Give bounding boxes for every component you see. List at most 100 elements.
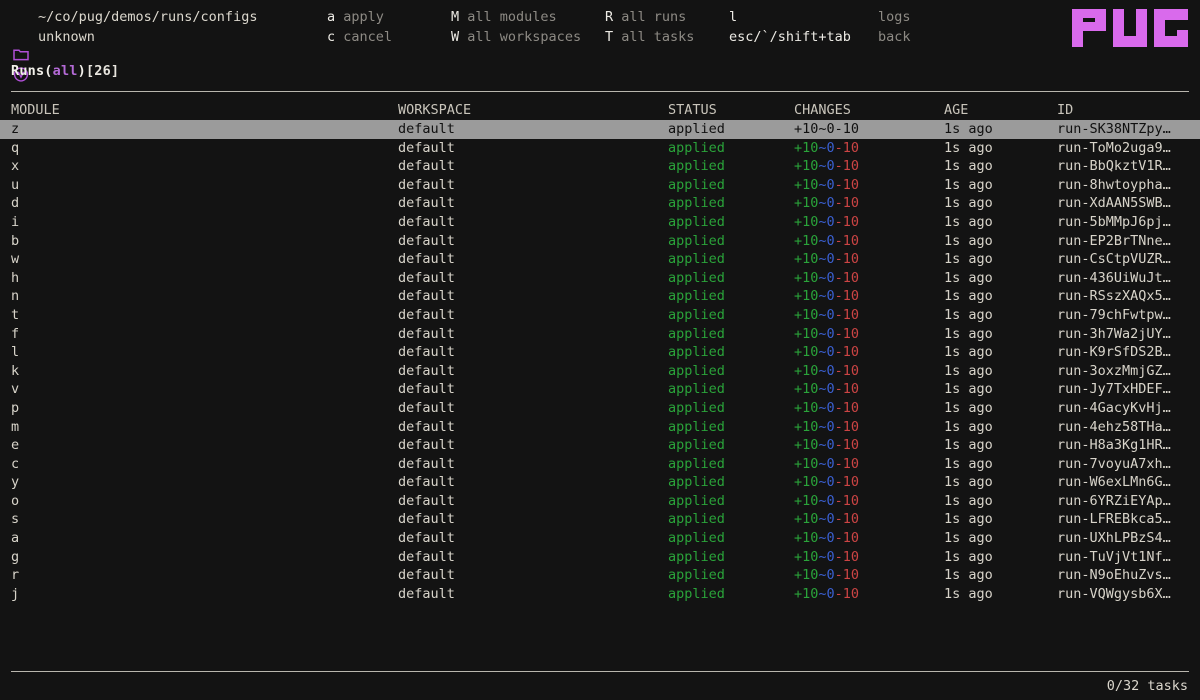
table-row[interactable]: q default applied +10~0-10 1s ago run-ToMo2ug…	[0, 139, 1200, 158]
cell-changes: +10~0-10	[794, 306, 859, 325]
cell-id: run-W6exLMn6G…	[1057, 474, 1171, 491]
cell-age: 1s ago	[944, 139, 993, 156]
keybinding-apply[interactable]: a apply	[327, 8, 384, 27]
changes-destroyed: -10	[834, 437, 860, 454]
cell-workspace: default	[398, 399, 455, 416]
table-row[interactable]: g default applied +10~0-10 1s ago run-TuVjVt1…	[0, 548, 1200, 567]
cell-module: y	[11, 474, 20, 491]
changes-destroyed: -10	[834, 585, 860, 602]
changes-changed: ~0	[818, 251, 835, 268]
table-row[interactable]: s default applied +10~0-10 1s ago run-LFREBkc…	[0, 510, 1200, 529]
table-row[interactable]: y default applied +10~0-10 1s ago run-W6exLMn…	[0, 473, 1200, 492]
changes-changed: ~0	[818, 213, 835, 230]
cell-module: h	[11, 269, 20, 286]
table-row[interactable]: v default applied +10~0-10 1s ago run-Jy7TxHD…	[0, 380, 1200, 399]
keybinding-all-tasks[interactable]: T all tasks	[605, 28, 694, 47]
table-row[interactable]: r default applied +10~0-10 1s ago run-N9oEhuZ…	[0, 566, 1200, 585]
table-row[interactable]: m default applied +10~0-10 1s ago run-4ehz58T…	[0, 418, 1200, 437]
changes-changed: ~0	[818, 288, 835, 305]
changes-changed: ~0	[818, 344, 835, 361]
changes-destroyed: -10	[834, 176, 860, 193]
cell-status: applied	[668, 288, 725, 305]
keybinding-back-key[interactable]: esc/`/shift+tab	[729, 28, 851, 47]
cell-changes: +10~0-10	[794, 380, 859, 399]
changes-added: +10	[794, 306, 819, 323]
table-row[interactable]: c default applied +10~0-10 1s ago run-7voyuA7…	[0, 455, 1200, 474]
cell-status: applied	[668, 306, 725, 323]
column-header-status[interactable]: STATUS	[668, 101, 717, 120]
column-header-age[interactable]: AGE	[944, 101, 968, 120]
cell-id: run-VQWgysb6X…	[1057, 585, 1171, 602]
cell-id: run-3h7Wa2jUY…	[1057, 325, 1171, 342]
keybinding-back-desc[interactable]: back	[878, 28, 911, 47]
cell-workspace: default	[398, 176, 455, 193]
cell-status: applied	[668, 418, 725, 435]
table-row[interactable]: l default applied +10~0-10 1s ago run-K9rSfDS…	[0, 343, 1200, 362]
keybinding-all-modules-desc: all modules	[467, 9, 557, 25]
cell-workspace: default	[398, 381, 455, 398]
cell-age: 1s ago	[944, 548, 993, 565]
cell-changes: +10~0-10	[794, 585, 859, 604]
column-header-id[interactable]: ID	[1057, 101, 1073, 120]
cell-id: run-XdAAN5SWB…	[1057, 195, 1171, 212]
cell-changes: +10~0-10	[794, 473, 859, 492]
cell-age: 1s ago	[944, 213, 993, 230]
table-row[interactable]: t default applied +10~0-10 1s ago run-79chFwt…	[0, 306, 1200, 325]
table-row[interactable]: d default applied +10~0-10 1s ago run-XdAAN5S…	[0, 194, 1200, 213]
keybinding-logs-key[interactable]: l	[729, 8, 737, 27]
cell-workspace: default	[398, 455, 455, 472]
table-row[interactable]: a default applied +10~0-10 1s ago run-UXhLPBz…	[0, 529, 1200, 548]
keybinding-all-workspaces[interactable]: W all workspaces	[451, 28, 581, 47]
changes-added: +10	[794, 548, 819, 565]
keybinding-logs-desc[interactable]: logs	[878, 8, 911, 27]
table-row[interactable]: k default applied +10~0-10 1s ago run-3oxzMmj…	[0, 362, 1200, 381]
pug-logo-letter-g	[1154, 9, 1188, 47]
cell-id: run-7voyuA7xh…	[1057, 455, 1171, 472]
changes-added: +10	[794, 381, 819, 398]
table-row[interactable]: x default applied +10~0-10 1s ago run-BbQkztV…	[0, 157, 1200, 176]
pug-tui-window: ~/co/pug/demos/runs/configs a apply M al…	[0, 0, 1200, 700]
cell-workspace: default	[398, 362, 455, 379]
cell-id: run-N9oEhuZvs…	[1057, 567, 1171, 584]
changes-added: +10	[794, 213, 819, 230]
column-header-module[interactable]: MODULE	[11, 101, 60, 120]
cell-age: 1s ago	[944, 176, 993, 193]
changes-changed: ~0	[818, 585, 835, 602]
keybinding-all-tasks-key: T	[605, 29, 614, 45]
cell-status: applied	[668, 176, 725, 193]
table-row[interactable]: b default applied +10~0-10 1s ago run-EP2BrTN…	[0, 232, 1200, 251]
cell-id: run-EP2BrTNne…	[1057, 232, 1171, 249]
table-row[interactable]: f default applied +10~0-10 1s ago run-3h7Wa2j…	[0, 325, 1200, 344]
changes-changed: ~0	[818, 418, 835, 435]
table-row[interactable]: h default applied +10~0-10 1s ago run-436UiWu…	[0, 269, 1200, 288]
table-row[interactable]: p default applied +10~0-10 1s ago run-4GacyKv…	[0, 399, 1200, 418]
table-row[interactable]: n default applied +10~0-10 1s ago run-RSszXAQ…	[0, 287, 1200, 306]
cell-module: c	[11, 455, 20, 472]
table-row[interactable]: u default applied +10~0-10 1s ago run-8hwtoyp…	[0, 176, 1200, 195]
cell-workspace: default	[398, 344, 455, 361]
column-header-workspace[interactable]: WORKSPACE	[398, 101, 471, 120]
keybinding-all-modules[interactable]: M all modules	[451, 8, 557, 27]
column-header-changes[interactable]: CHANGES	[794, 101, 851, 120]
table-row[interactable]: j default applied +10~0-10 1s ago run-VQWgysb…	[0, 585, 1200, 604]
footer-divider	[11, 671, 1189, 672]
keybinding-cancel-key: c	[327, 29, 336, 45]
cell-module: j	[11, 585, 20, 602]
keybinding-cancel[interactable]: c cancel	[327, 28, 392, 47]
cell-workspace: default	[398, 530, 455, 547]
cell-age: 1s ago	[944, 381, 993, 398]
cell-module: u	[11, 176, 20, 193]
table-row[interactable]: o default applied +10~0-10 1s ago run-6YRZiEY…	[0, 492, 1200, 511]
page-title-prefix: Runs(	[11, 63, 53, 79]
keybinding-all-modules-key: M	[451, 9, 460, 25]
table-row[interactable]: e default applied +10~0-10 1s ago run-H8a3Kg1…	[0, 436, 1200, 455]
cell-status: applied	[668, 213, 725, 230]
table-row[interactable]: z default applied +10~0-10 1s ago run-SK38NTZ…	[0, 120, 1200, 139]
changes-destroyed: -10	[834, 213, 860, 230]
table-row[interactable]: w default applied +10~0-10 1s ago run-CsCtpVU…	[0, 250, 1200, 269]
task-counter: 0/32 tasks	[1106, 678, 1188, 695]
changes-changed: ~0	[818, 381, 835, 398]
keybinding-all-runs[interactable]: R all runs	[605, 8, 686, 27]
header-row-path: ~/co/pug/demos/runs/configs a apply M al…	[0, 8, 1200, 61]
table-row[interactable]: i default applied +10~0-10 1s ago run-5bMMpJ6…	[0, 213, 1200, 232]
